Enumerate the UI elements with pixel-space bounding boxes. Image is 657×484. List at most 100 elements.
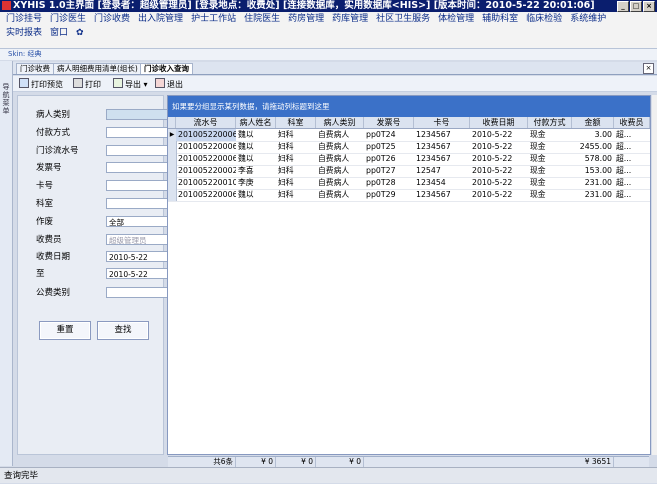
cell-patient-type[interactable]: 自费病人 [316,141,364,153]
maximize-icon[interactable]: □ [630,1,642,12]
cell-patient[interactable]: 李庚 [236,177,276,189]
cell-date[interactable]: 2010-5-22 [470,177,528,189]
cell-invoice[interactable]: pp0T26 [364,153,414,165]
col-header-patient-type[interactable]: 病人类别 [316,117,364,128]
cell-serial[interactable]: 201005220006 [176,153,236,165]
col-header-pay-method[interactable]: 付款方式 [528,117,572,128]
cell-date[interactable]: 2010-5-22 [470,189,528,201]
col-header-invoice[interactable]: 发票号 [364,117,414,128]
menu-community-health[interactable]: 社区卫生服务 [376,12,430,26]
cell-pay-method[interactable]: 现金 [528,165,572,177]
cell-invoice[interactable]: pp0T29 [364,189,414,201]
cell-patient-type[interactable]: 自费病人 [316,165,364,177]
col-header-dept[interactable]: 科室 [276,117,316,128]
export-button[interactable]: 导出 ▾ [113,78,148,89]
tab-patient-fee-detail[interactable]: 病人明细费用清单(组长) [53,63,142,74]
cell-patient-type[interactable]: 自费病人 [316,153,364,165]
cell-amount[interactable]: 231.00 [572,189,614,201]
public-type-select[interactable] [106,287,176,298]
cashier-select[interactable]: 超级管理员 [106,234,176,245]
query-button[interactable]: 查找 [97,321,149,340]
col-header-patient[interactable]: 病人姓名 [236,117,276,128]
cell-invoice[interactable]: pp0T24 [364,129,414,141]
menu-clinic-billing[interactable]: 门诊收费 [94,12,130,26]
cell-patient[interactable]: 魏以 [236,153,276,165]
vertical-scrollbar[interactable] [652,95,657,455]
cell-serial[interactable]: 201005220006 [176,141,236,153]
cell-dept[interactable]: 妇科 [276,165,316,177]
close-icon[interactable]: × [643,1,655,12]
cell-serial[interactable]: 201005220006 [176,129,236,141]
dept-select[interactable] [106,198,176,209]
col-header-amount[interactable]: 金额 [572,117,614,128]
menu-ward-doctor[interactable]: 住院医生 [244,12,280,26]
cell-patient[interactable]: 李喜 [236,165,276,177]
date-to-picker[interactable]: 2010-5-22 [106,268,176,279]
card-no-input[interactable] [106,180,176,191]
col-header-card[interactable]: 卡号 [414,117,470,128]
menu-checkup[interactable]: 体检管理 [438,12,474,26]
cell-amount[interactable]: 2455.00 [572,141,614,153]
void-select[interactable]: 全部 [106,216,176,227]
menu-lab[interactable]: 临床检验 [526,12,562,26]
pay-method-select[interactable] [106,127,176,138]
menu-auxiliary[interactable]: 辅助科室 [482,12,518,26]
cell-dept[interactable]: 妇科 [276,189,316,201]
patient-type-select[interactable] [106,109,176,120]
cell-patient-type[interactable]: 自费病人 [316,177,364,189]
cell-pay-method[interactable]: 现金 [528,153,572,165]
cell-amount[interactable]: 3.00 [572,129,614,141]
invoice-no-input[interactable] [106,162,176,173]
cell-dept[interactable]: 妇科 [276,141,316,153]
side-nav-tab[interactable]: 导航菜单 [0,61,13,466]
cell-card[interactable]: 123454 [414,177,470,189]
menu-clinic-doctor[interactable]: 门诊医生 [50,12,86,26]
minimize-icon[interactable]: _ [617,1,629,12]
cell-invoice[interactable]: pp0T27 [364,165,414,177]
tab-clinic-billing[interactable]: 门诊收费 [16,63,54,74]
pin-icon[interactable]: ✿ [76,26,84,40]
cell-invoice[interactable]: pp0T28 [364,177,414,189]
cell-amount[interactable]: 153.00 [572,165,614,177]
menu-window[interactable]: 窗口 [50,26,68,40]
skin-label[interactable]: Skin: 经典 [8,50,41,58]
cell-patient-type[interactable]: 自费病人 [316,129,364,141]
cell-cashier[interactable]: 超... [614,177,650,189]
cell-date[interactable]: 2010-5-22 [470,129,528,141]
cell-card[interactable]: 1234567 [414,189,470,201]
cell-patient-type[interactable]: 自费病人 [316,189,364,201]
cell-cashier[interactable]: 超... [614,189,650,201]
menu-system[interactable]: 系统维护 [570,12,606,26]
tab-clinic-income-query[interactable]: 门诊收入查询 [140,63,193,74]
cell-cashier[interactable]: 超... [614,165,650,177]
close-tab-icon[interactable]: × [643,63,654,74]
cell-cashier[interactable]: 超... [614,129,650,141]
clinic-no-select[interactable] [106,145,176,156]
cell-card[interactable]: 1234567 [414,141,470,153]
cell-serial[interactable]: 201005220002 [176,165,236,177]
menu-pharmacy[interactable]: 药房管理 [288,12,324,26]
cell-invoice[interactable]: pp0T25 [364,141,414,153]
cell-patient[interactable]: 魏以 [236,129,276,141]
cell-patient[interactable]: 魏以 [236,189,276,201]
cell-date[interactable]: 2010-5-22 [470,153,528,165]
cell-cashier[interactable]: 超... [614,153,650,165]
cell-dept[interactable]: 妇科 [276,153,316,165]
cell-amount[interactable]: 231.00 [572,177,614,189]
print-button[interactable]: 打印 [73,78,101,89]
cell-card[interactable]: 12547 [414,165,470,177]
cell-card[interactable]: 1234567 [414,153,470,165]
col-header-date[interactable]: 收费日期 [470,117,528,128]
cell-amount[interactable]: 578.00 [572,153,614,165]
cell-pay-method[interactable]: 现金 [528,189,572,201]
cell-dept[interactable]: 妇科 [276,177,316,189]
cell-cashier[interactable]: 超... [614,141,650,153]
cell-card[interactable]: 1234567 [414,129,470,141]
reset-button[interactable]: 重置 [39,321,91,340]
print-preview-button[interactable]: 打印预览 [19,78,63,89]
group-by-hint[interactable]: 如果要分组显示某列数据，请拖动列标题到这里 [168,96,650,117]
cell-date[interactable]: 2010-5-22 [470,141,528,153]
menu-registration[interactable]: 门诊挂号 [6,12,42,26]
cell-serial[interactable]: 201005220006 [176,189,236,201]
cell-date[interactable]: 2010-5-22 [470,165,528,177]
